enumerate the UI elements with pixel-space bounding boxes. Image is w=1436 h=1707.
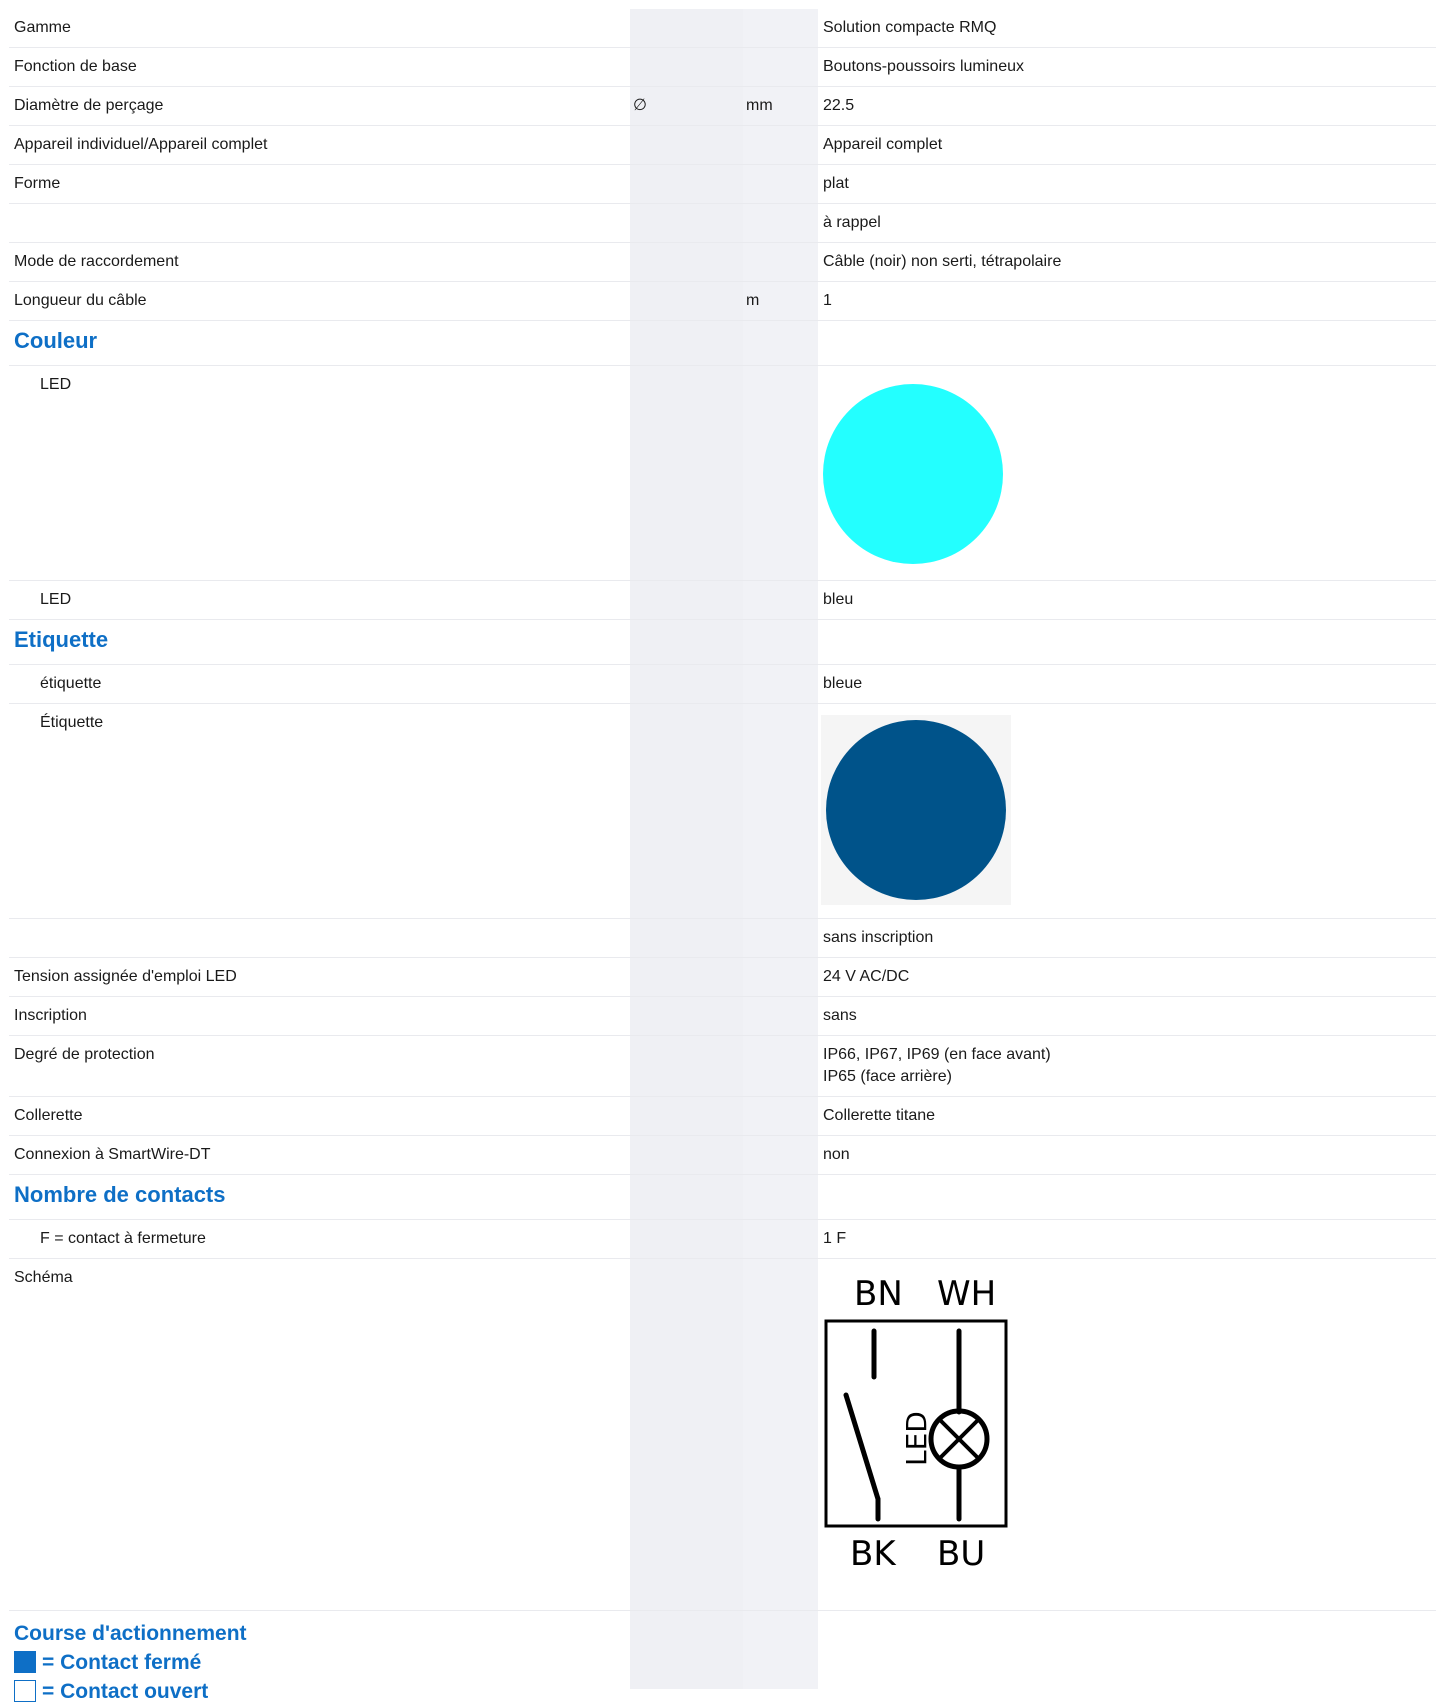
row-value: Collerette titane (823, 1107, 936, 1124)
row-unit (743, 9, 818, 47)
row-symbol (630, 243, 743, 281)
row-label: LED (40, 591, 72, 608)
row-symbol (630, 282, 743, 320)
row-value: Boutons-poussoirs lumineux (823, 58, 1024, 75)
row-label: LED (40, 376, 72, 393)
section-header: Couleur (9, 321, 1436, 366)
label-color-swatch (826, 720, 1006, 900)
contact-switch-blade (843, 1392, 881, 1502)
row-symbol (630, 9, 743, 47)
open-contact-swatch (14, 1680, 36, 1702)
table-row: Schéma BN WH LED BK BU (9, 1259, 1436, 1611)
row-value: 24 V AC/DC (823, 968, 910, 985)
course-title: Course d'actionnement (14, 1622, 247, 1645)
row-label: Appareil individuel/Appareil complet (14, 136, 268, 153)
table-row: Connexion à SmartWire-DT non (9, 1136, 1436, 1175)
row-value: Câble (noir) non serti, tétrapolaire (823, 253, 1062, 270)
row-label: F = contact à fermeture (40, 1230, 206, 1247)
row-label: Longueur du câble (14, 292, 147, 309)
table-row: étiquette bleue (9, 665, 1436, 704)
table-row: Inscription sans (9, 997, 1436, 1036)
section-title-couleur: Couleur (14, 328, 98, 353)
row-unit (743, 48, 818, 86)
legend-closed: = Contact fermé (14, 1648, 630, 1677)
row-label: Étiquette (40, 714, 104, 731)
wire-label-bk: BK (850, 1534, 897, 1573)
row-value: bleu (823, 591, 854, 608)
row-value: non (823, 1146, 850, 1163)
row-value: 22.5 (823, 97, 855, 114)
row-label: Schéma (14, 1269, 73, 1286)
row-value: à rappel (823, 214, 881, 231)
spec-table: Gamme Solution compacte RMQ Fonction de … (9, 9, 1436, 1707)
row-label: Collerette (14, 1107, 83, 1124)
row-value: bleue (823, 675, 863, 692)
row-value: Solution compacte RMQ (823, 19, 997, 36)
table-row: à rappel (9, 204, 1436, 243)
row-label: Mode de raccordement (14, 253, 179, 270)
section-title-etiquette: Etiquette (14, 627, 109, 652)
section-title-contacts: Nombre de contacts (14, 1182, 226, 1207)
row-label: Diamètre de perçage (14, 97, 164, 114)
table-row: Gamme Solution compacte RMQ (9, 9, 1436, 48)
legend-open: = Contact ouvert (14, 1677, 630, 1706)
row-unit: m (746, 292, 760, 309)
row-symbol (630, 204, 743, 242)
row-symbol (630, 48, 743, 86)
row-value: Appareil complet (823, 136, 943, 153)
section-header: Etiquette (9, 620, 1436, 665)
legend-closed-label: = Contact fermé (42, 1651, 202, 1674)
row-label: Degré de protection (14, 1046, 155, 1063)
led-text: LED (900, 1411, 933, 1466)
table-row: Étiquette (9, 704, 1436, 919)
protection-front: IP66, IP67, IP69 (en face avant) (823, 1046, 1051, 1063)
row-label: Inscription (14, 1007, 87, 1024)
table-row: Fonction de base Boutons-poussoirs lumin… (9, 48, 1436, 87)
table-row: sans inscription (9, 919, 1436, 958)
section-header: Nombre de contacts (9, 1175, 1436, 1220)
wire-label-bu: BU (937, 1534, 985, 1573)
wire-label-bn: BN (854, 1274, 903, 1314)
row-unit (743, 243, 818, 281)
row-value: plat (823, 175, 849, 192)
row-value: 1 F (823, 1230, 847, 1247)
table-row: LED (9, 366, 1436, 581)
wiring-diagram: BN WH LED BK BU (824, 1274, 1008, 1574)
row-value: IP66, IP67, IP69 (en face avant) IP65 (f… (818, 1036, 1436, 1096)
closed-contact-swatch (14, 1651, 36, 1673)
row-unit (743, 204, 818, 242)
table-row: Diamètre de perçage ∅ mm 22.5 (9, 87, 1436, 126)
row-value: sans (823, 1007, 857, 1024)
wire-label-wh: WH (937, 1274, 996, 1314)
legend-open-label: = Contact ouvert (42, 1680, 209, 1703)
diameter-symbol: ∅ (633, 97, 647, 114)
row-value: sans inscription (823, 929, 934, 946)
label-swatch-frame (821, 715, 1011, 905)
row-label: Forme (14, 175, 61, 192)
row-value: 1 (823, 292, 832, 309)
row-label: Fonction de base (14, 58, 137, 75)
row-label (9, 204, 630, 242)
table-row: Appareil individuel/Appareil complet App… (9, 126, 1436, 165)
table-row: Collerette Collerette titane (9, 1097, 1436, 1136)
table-row: Tension assignée d'emploi LED 24 V AC/DC (9, 958, 1436, 997)
table-row: Mode de raccordement Câble (noir) non se… (9, 243, 1436, 282)
row-label: Connexion à SmartWire-DT (14, 1146, 211, 1163)
table-row: Longueur du câble m 1 (9, 282, 1436, 321)
row-unit (743, 165, 818, 203)
row-label: étiquette (40, 675, 102, 692)
row-unit: mm (746, 97, 773, 114)
protection-back: IP65 (face arrière) (823, 1068, 952, 1085)
row-label: Gamme (14, 19, 71, 36)
row-unit (743, 126, 818, 164)
led-color-swatch (823, 384, 1003, 564)
row-symbol (630, 126, 743, 164)
row-label: Tension assignée d'emploi LED (14, 968, 237, 985)
table-row: F = contact à fermeture 1 F (9, 1220, 1436, 1259)
legend-row: Course d'actionnement = Contact fermé = … (9, 1611, 1436, 1707)
table-row: LED bleu (9, 581, 1436, 620)
row-symbol (630, 165, 743, 203)
table-row: Forme plat (9, 165, 1436, 204)
table-row: Degré de protection IP66, IP67, IP69 (en… (9, 1036, 1436, 1097)
